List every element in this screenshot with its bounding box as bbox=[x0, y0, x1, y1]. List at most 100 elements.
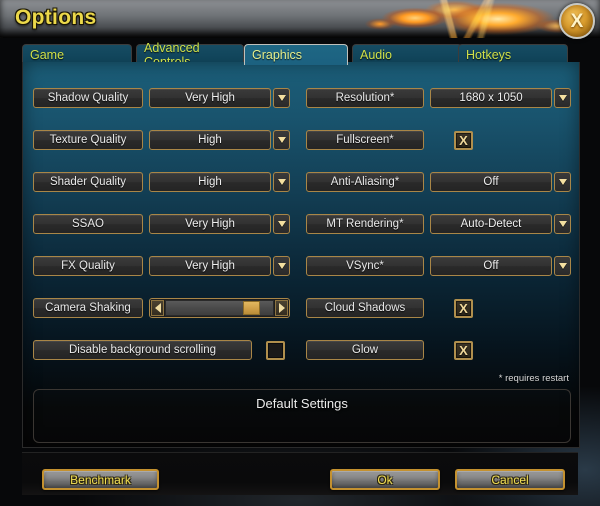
dropdown-ssao[interactable]: Very High bbox=[149, 214, 290, 234]
dropdown-value-text: Very High bbox=[185, 92, 235, 104]
dropdown-fx-quality[interactable]: Very High bbox=[149, 256, 290, 276]
setting-row-shader-quality: Shader Quality High bbox=[33, 172, 290, 192]
slider-thumb[interactable] bbox=[243, 301, 261, 315]
chevron-down-glyph bbox=[277, 95, 286, 101]
setting-label-text: Texture Quality bbox=[49, 134, 127, 146]
checkbox-disable-background-scrolling[interactable]: X bbox=[266, 340, 285, 360]
slider-increase-arrow-icon[interactable] bbox=[275, 300, 288, 316]
setting-row-camera-shaking: Camera Shaking bbox=[33, 298, 290, 318]
ok-button[interactable]: Ok bbox=[330, 469, 440, 490]
setting-label-fullscreen[interactable]: Fullscreen* bbox=[306, 130, 424, 150]
setting-row-texture-quality: Texture Quality High bbox=[33, 130, 290, 150]
dropdown-anti-aliasing[interactable]: Off bbox=[430, 172, 571, 192]
chevron-down-icon[interactable] bbox=[273, 172, 290, 192]
dropdown-value-resolution[interactable]: 1680 x 1050 bbox=[430, 88, 552, 108]
restart-note: * requires restart bbox=[498, 373, 569, 384]
chevron-down-glyph bbox=[558, 263, 567, 269]
dropdown-value-shader-quality[interactable]: High bbox=[149, 172, 271, 192]
setting-label-camera-shaking[interactable]: Camera Shaking bbox=[33, 298, 143, 318]
checkbox-cloud-shadows[interactable]: X bbox=[454, 298, 473, 318]
slider-track[interactable] bbox=[165, 300, 274, 316]
dropdown-value-mt-rendering[interactable]: Auto-Detect bbox=[430, 214, 552, 234]
setting-label-anti-aliasing[interactable]: Anti-Aliasing* bbox=[306, 172, 424, 192]
chevron-down-glyph bbox=[277, 221, 286, 227]
chevron-down-icon[interactable] bbox=[554, 88, 571, 108]
chevron-down-glyph bbox=[277, 263, 286, 269]
setting-row-anti-aliasing: Anti-Aliasing* Off bbox=[306, 172, 571, 192]
lava-texture bbox=[300, 0, 600, 38]
chevron-down-icon[interactable] bbox=[554, 172, 571, 192]
setting-label-text: MT Rendering* bbox=[326, 218, 404, 230]
checkmark-x-icon: X bbox=[459, 342, 468, 358]
checkbox-glow[interactable]: X bbox=[454, 340, 473, 360]
arrow-right-glyph bbox=[278, 303, 285, 313]
tab-label: Graphics bbox=[252, 48, 303, 62]
benchmark-button[interactable]: Benchmark bbox=[42, 469, 159, 490]
setting-label-text: SSAO bbox=[72, 218, 104, 230]
dropdown-value-ssao[interactable]: Very High bbox=[149, 214, 271, 234]
chevron-down-glyph bbox=[558, 221, 567, 227]
dropdown-value-text: Very High bbox=[185, 218, 235, 230]
chevron-down-icon[interactable] bbox=[554, 256, 571, 276]
slider-decrease-arrow-icon[interactable] bbox=[151, 300, 164, 316]
dropdown-value-fx-quality[interactable]: Very High bbox=[149, 256, 271, 276]
checkmark-x-icon: X bbox=[459, 132, 468, 148]
chevron-down-icon[interactable] bbox=[273, 88, 290, 108]
checkbox-fullscreen[interactable]: X bbox=[454, 130, 473, 150]
tab-graphics[interactable]: Graphics bbox=[244, 44, 348, 65]
close-button[interactable]: X bbox=[559, 3, 595, 39]
dropdown-resolution[interactable]: 1680 x 1050 bbox=[430, 88, 571, 108]
dropdown-shadow-quality[interactable]: Very High bbox=[149, 88, 290, 108]
chevron-down-icon[interactable] bbox=[273, 256, 290, 276]
setting-row-fullscreen: Fullscreen* X bbox=[306, 130, 473, 150]
dropdown-mt-rendering[interactable]: Auto-Detect bbox=[430, 214, 571, 234]
dropdown-value-shadow-quality[interactable]: Very High bbox=[149, 88, 271, 108]
setting-label-text: Resolution* bbox=[335, 92, 395, 104]
button-label: Ok bbox=[377, 472, 393, 487]
dropdown-value-anti-aliasing[interactable]: Off bbox=[430, 172, 552, 192]
dropdown-value-text: Off bbox=[483, 260, 499, 272]
button-label: Cancel bbox=[491, 472, 529, 487]
setting-label-shader-quality[interactable]: Shader Quality bbox=[33, 172, 143, 192]
arrow-left-glyph bbox=[154, 303, 161, 313]
setting-label-disable-background-scrolling[interactable]: Disable background scrolling bbox=[33, 340, 252, 360]
setting-label-cloud-shadows[interactable]: Cloud Shadows bbox=[306, 298, 424, 318]
setting-label-text: Fullscreen* bbox=[336, 134, 394, 146]
dropdown-vsync[interactable]: Off bbox=[430, 256, 571, 276]
setting-label-fx-quality[interactable]: FX Quality bbox=[33, 256, 143, 276]
setting-label-texture-quality[interactable]: Texture Quality bbox=[33, 130, 143, 150]
setting-row-glow: Glow X bbox=[306, 340, 473, 360]
button-label: Benchmark bbox=[70, 472, 131, 487]
setting-label-glow[interactable]: Glow bbox=[306, 340, 424, 360]
dropdown-value-vsync[interactable]: Off bbox=[430, 256, 552, 276]
default-settings-title: Default Settings bbox=[256, 396, 348, 411]
dropdown-value-text: 1680 x 1050 bbox=[459, 92, 523, 104]
chevron-down-glyph bbox=[277, 137, 286, 143]
setting-label-resolution[interactable]: Resolution* bbox=[306, 88, 424, 108]
setting-row-cloud-shadows: Cloud Shadows X bbox=[306, 298, 473, 318]
setting-label-mt-rendering[interactable]: MT Rendering* bbox=[306, 214, 424, 234]
tab-label: Game bbox=[30, 48, 65, 62]
chevron-down-icon[interactable] bbox=[273, 214, 290, 234]
tab-bar: GameAdvanced ControlsGraphicsAudioHotkey… bbox=[22, 41, 578, 69]
slider-camera-shaking[interactable] bbox=[149, 298, 290, 318]
setting-label-text: Shader Quality bbox=[49, 176, 127, 188]
setting-label-ssao[interactable]: SSAO bbox=[33, 214, 143, 234]
cancel-button[interactable]: Cancel bbox=[455, 469, 565, 490]
chevron-down-icon[interactable] bbox=[554, 214, 571, 234]
window-title: Options bbox=[15, 6, 97, 29]
dropdown-value-texture-quality[interactable]: High bbox=[149, 130, 271, 150]
dropdown-texture-quality[interactable]: High bbox=[149, 130, 290, 150]
setting-label-text: Shadow Quality bbox=[47, 92, 129, 104]
setting-row-vsync: VSync* Off bbox=[306, 256, 571, 276]
setting-label-vsync[interactable]: VSync* bbox=[306, 256, 424, 276]
graphics-settings-panel: Shadow Quality Very High Texture Quality Hi… bbox=[22, 62, 580, 448]
chevron-down-glyph bbox=[277, 179, 286, 185]
setting-label-text: Anti-Aliasing* bbox=[330, 176, 400, 188]
chevron-down-icon[interactable] bbox=[273, 130, 290, 150]
setting-label-shadow-quality[interactable]: Shadow Quality bbox=[33, 88, 143, 108]
setting-label-text: Disable background scrolling bbox=[68, 344, 217, 356]
dropdown-shader-quality[interactable]: High bbox=[149, 172, 290, 192]
setting-label-text: Camera Shaking bbox=[45, 302, 131, 314]
dropdown-value-text: High bbox=[198, 134, 222, 146]
